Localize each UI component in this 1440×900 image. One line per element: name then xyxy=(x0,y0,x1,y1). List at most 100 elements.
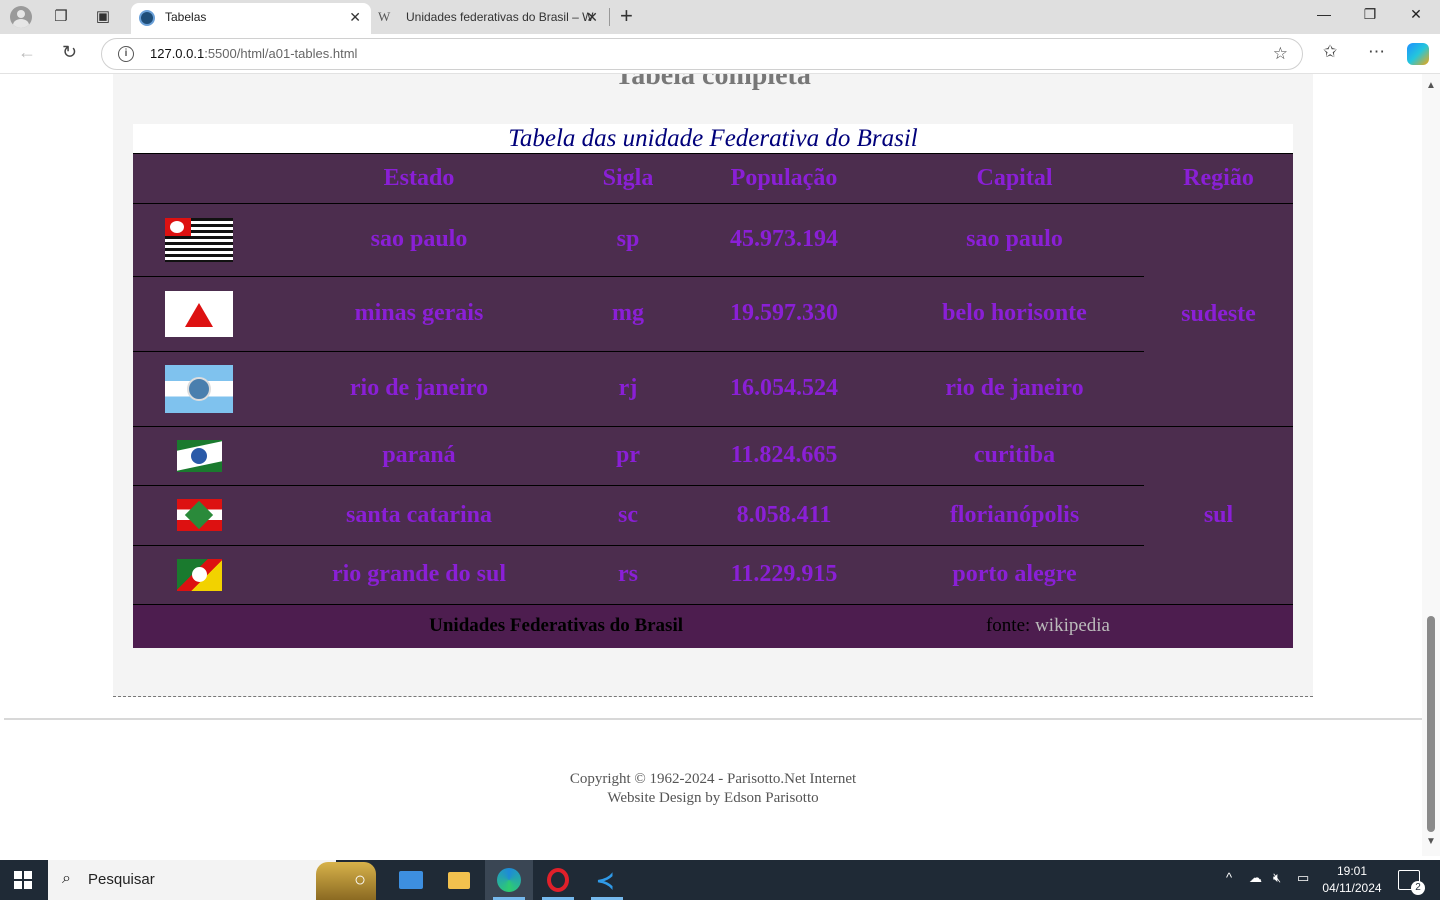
close-tab-icon[interactable]: ✕ xyxy=(586,3,598,31)
minimize-button[interactable]: — xyxy=(1304,6,1344,22)
rio-de-janeiro-flag-icon xyxy=(165,364,233,413)
favorite-star-icon[interactable]: ☆ xyxy=(1273,44,1288,64)
cloud-offline-icon[interactable]: ☁ xyxy=(1249,870,1262,886)
estado-cell: paraná xyxy=(265,426,573,486)
close-window-button[interactable]: ✕ xyxy=(1396,6,1436,23)
sigla-cell: rj xyxy=(573,351,683,427)
wikipedia-link[interactable]: wikipedia xyxy=(1035,615,1110,636)
copilot-icon[interactable] xyxy=(1407,43,1429,65)
table-caption: Tabela das unidade Federativa do Brasil xyxy=(133,124,1293,154)
taskbar-search[interactable]: ⌕ Pesquisar xyxy=(48,860,376,900)
tab-title: Unidades federativas do Brasil – W xyxy=(406,10,594,24)
task-view-icon[interactable]: ○ xyxy=(336,860,384,900)
region-cell: sudeste xyxy=(1144,203,1293,427)
capital-cell: sao paulo xyxy=(885,203,1144,277)
flag-cell xyxy=(133,276,265,352)
flag-cell xyxy=(133,485,265,546)
restore-button[interactable]: ❐ xyxy=(1350,6,1390,23)
table-row: rio grande do sul rs 11.229.915 porto al… xyxy=(133,545,1293,605)
estado-cell: rio de janeiro xyxy=(265,351,573,427)
data-table: Estado Sigla População Capital Região sa… xyxy=(133,154,1293,648)
capital-cell: porto alegre xyxy=(885,545,1144,605)
populacao-cell: 16.054.524 xyxy=(683,351,885,427)
flag-cell xyxy=(133,426,265,486)
minas-gerais-flag-icon xyxy=(165,290,233,337)
capital-cell: belo horisonte xyxy=(885,276,1144,352)
table-row: rio de janeiro rj 16.054.524 rio de jane… xyxy=(133,351,1293,427)
parana-flag-icon xyxy=(176,439,222,472)
sigla-cell: rs xyxy=(573,545,683,605)
back-arrow-icon[interactable]: ← xyxy=(18,42,36,63)
tab-separator xyxy=(609,8,610,26)
address-bar[interactable]: i 127.0.0.1:5500/html/a01-tables.html ☆ xyxy=(101,38,1303,70)
header-regiao: Região xyxy=(1144,154,1293,204)
scroll-down-icon[interactable]: ▼ xyxy=(1426,836,1436,847)
clock-time: 19:01 xyxy=(1336,864,1368,878)
mail-icon[interactable] xyxy=(387,860,435,900)
more-options-icon[interactable]: ⋯ xyxy=(1368,42,1385,62)
footer-source: fonte: wikipedia xyxy=(683,604,1293,648)
notification-count: 2 xyxy=(1411,881,1425,895)
scroll-thumb[interactable] xyxy=(1427,616,1435,832)
page-viewport: Tabela completa Tabela das unidade Feder… xyxy=(4,74,1422,856)
vertical-scrollbar[interactable]: ▲ ▼ xyxy=(1422,74,1440,856)
address-toolbar: ← ↻ i 127.0.0.1:5500/html/a01-tables.htm… xyxy=(0,34,1440,74)
populacao-cell: 11.229.915 xyxy=(683,545,885,605)
sigla-cell: sc xyxy=(573,485,683,546)
table-row: minas gerais mg 19.597.330 belo horisont… xyxy=(133,276,1293,352)
estado-cell: rio grande do sul xyxy=(265,545,573,605)
windows-start-icon[interactable] xyxy=(14,871,32,889)
header-flag xyxy=(133,154,265,204)
header-populacao: População xyxy=(683,154,885,204)
url-path: :5500/html/a01-tables.html xyxy=(204,46,358,61)
wikipedia-favicon-icon: W xyxy=(378,9,391,24)
scroll-up-icon[interactable]: ▲ xyxy=(1426,80,1436,91)
header-sigla: Sigla xyxy=(573,154,683,204)
table-row: santa catarina sc 8.058.411 florianópoli… xyxy=(133,485,1293,546)
tab-tabelas[interactable]: Tabelas ✕ xyxy=(131,3,371,34)
table-footer-row: Unidades Federativas do Brasil fonte: wi… xyxy=(133,604,1293,648)
site-info-icon[interactable]: i xyxy=(118,46,134,62)
sigla-cell: mg xyxy=(573,276,683,352)
network-icon[interactable]: ▭ xyxy=(1297,870,1309,886)
populacao-cell: 8.058.411 xyxy=(683,485,885,546)
close-tab-icon[interactable]: ✕ xyxy=(349,3,361,31)
edge-browser-icon[interactable] xyxy=(485,860,533,900)
workspaces-icon[interactable]: ❐ xyxy=(52,8,70,26)
file-explorer-icon[interactable] xyxy=(435,860,483,900)
search-placeholder: Pesquisar xyxy=(88,871,155,888)
url-host: 127.0.0.1 xyxy=(150,46,205,61)
capital-cell: curitiba xyxy=(885,426,1144,486)
show-hidden-icons[interactable]: ^ xyxy=(1226,870,1232,885)
footer-divider xyxy=(4,718,1422,720)
sao-paulo-flag-icon xyxy=(165,217,233,262)
url-text[interactable]: 127.0.0.1:5500/html/a01-tables.html xyxy=(150,46,357,61)
estado-cell: santa catarina xyxy=(265,485,573,546)
vscode-icon[interactable]: ≺ xyxy=(583,860,631,900)
favorites-icon[interactable]: ✩ xyxy=(1323,42,1337,62)
copyright-line: Copyright © 1962-2024 - Parisotto.Net In… xyxy=(569,771,857,787)
rio-grande-do-sul-flag-icon xyxy=(176,558,222,591)
table-row: sao paulo sp 45.973.194 sao paulo sudest… xyxy=(133,203,1293,427)
clock-date: 04/11/2024 xyxy=(1322,881,1382,895)
tab-wikipedia[interactable]: W Unidades federativas do Brasil – W ✕ xyxy=(372,3,608,34)
copyright-footer: Copyright © 1962-2024 - Parisotto.Net In… xyxy=(4,770,1422,808)
tab-actions-icon[interactable]: ▣ xyxy=(94,8,112,26)
volume-muted-icon[interactable]: 🔇︎ xyxy=(1273,870,1281,886)
header-capital: Capital xyxy=(885,154,1144,204)
reload-icon[interactable]: ↻ xyxy=(62,42,77,63)
notifications-icon[interactable]: 2 xyxy=(1398,870,1425,895)
header-estado: Estado xyxy=(265,154,573,204)
populacao-cell: 11.824.665 xyxy=(683,426,885,486)
taskbar-clock[interactable]: 19:01 04/11/2024 xyxy=(1318,863,1386,897)
tab-title: Tabelas xyxy=(165,10,207,24)
capital-cell: rio de janeiro xyxy=(885,351,1144,427)
windows-taskbar: ⌕ Pesquisar ○ ≺ ^ ☁ 🔇︎ ▭ 19:01 04/11/202… xyxy=(0,860,1440,900)
region-cell: sul xyxy=(1144,426,1293,605)
footer-title: Unidades Federativas do Brasil xyxy=(133,604,683,648)
opera-icon[interactable] xyxy=(534,860,582,900)
search-icon: ⌕ xyxy=(62,870,71,887)
profile-icon[interactable] xyxy=(10,6,32,28)
new-tab-button[interactable]: + xyxy=(620,3,633,29)
table-row: paraná pr 11.824.665 curitiba sul xyxy=(133,426,1293,605)
